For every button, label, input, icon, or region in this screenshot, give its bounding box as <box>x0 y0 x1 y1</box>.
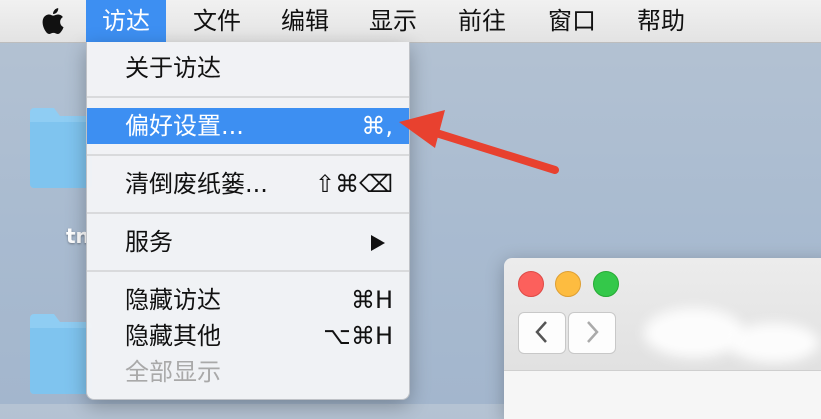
menu-view[interactable]: 显示 <box>353 0 433 42</box>
menu-help[interactable]: 帮助 <box>621 0 701 42</box>
menu-window[interactable]: 窗口 <box>532 0 612 42</box>
window-content <box>504 370 821 419</box>
forward-chevron-icon <box>587 321 599 343</box>
menu-item-label: 隐藏其他 <box>125 322 221 350</box>
submenu-arrow-icon <box>371 235 385 251</box>
menu-separator <box>87 212 409 214</box>
folder-icon[interactable] <box>30 306 92 396</box>
zoom-window-button[interactable] <box>593 271 619 297</box>
apple-icon[interactable] <box>38 6 66 36</box>
menu-item-shortcut: ⌥⌘H <box>323 322 393 350</box>
red-arrow-annotation <box>399 110 559 174</box>
menu-finder[interactable]: 访达 <box>86 0 166 42</box>
menu-separator <box>87 96 409 98</box>
menu-item-show-all: 全部显示 <box>87 354 409 390</box>
menu-item-shortcut: ⇧⌘⌫ <box>314 170 393 198</box>
close-window-button[interactable] <box>518 271 544 297</box>
menu-item-about[interactable]: 关于访达 <box>87 50 409 86</box>
menu-item-hide-others[interactable]: 隐藏其他 ⌥⌘H <box>87 318 409 354</box>
watermark-glow <box>644 308 744 358</box>
back-button[interactable] <box>518 312 566 354</box>
back-chevron-icon <box>535 321 547 343</box>
menu-item-hide-finder[interactable]: 隐藏访达 ⌘H <box>87 282 409 318</box>
menu-item-shortcut: ⌘H <box>350 286 393 314</box>
menu-item-preferences[interactable]: 偏好设置... ⌘, <box>87 108 409 144</box>
menu-file[interactable]: 文件 <box>177 0 257 42</box>
menu-bar: 访达 文件 编辑 显示 前往 窗口 帮助 <box>0 0 821 43</box>
menu-item-shortcut: ⌘, <box>361 112 393 140</box>
menu-item-label: 服务 <box>125 228 173 256</box>
watermark-glow <box>729 323 819 363</box>
menu-item-label: 清倒废纸篓... <box>125 170 268 198</box>
menu-edit[interactable]: 编辑 <box>265 0 345 42</box>
menu-item-services[interactable]: 服务 <box>87 224 409 260</box>
menu-separator <box>87 154 409 156</box>
minimize-window-button[interactable] <box>555 271 581 297</box>
menu-separator <box>87 270 409 272</box>
menu-item-label: 关于访达 <box>125 54 221 82</box>
menu-item-label: 隐藏访达 <box>125 286 221 314</box>
menu-go[interactable]: 前往 <box>442 0 522 42</box>
finder-window <box>504 258 821 419</box>
menu-item-label: 偏好设置... <box>125 112 244 140</box>
finder-menu-dropdown: 关于访达 偏好设置... ⌘, 清倒废纸篓... ⇧⌘⌫ 服务 隐藏访达 ⌘H … <box>86 42 410 400</box>
menu-item-empty-trash[interactable]: 清倒废纸篓... ⇧⌘⌫ <box>87 166 409 202</box>
folder-icon[interactable] <box>30 100 92 190</box>
forward-button[interactable] <box>568 312 616 354</box>
menu-item-label: 全部显示 <box>125 358 221 386</box>
